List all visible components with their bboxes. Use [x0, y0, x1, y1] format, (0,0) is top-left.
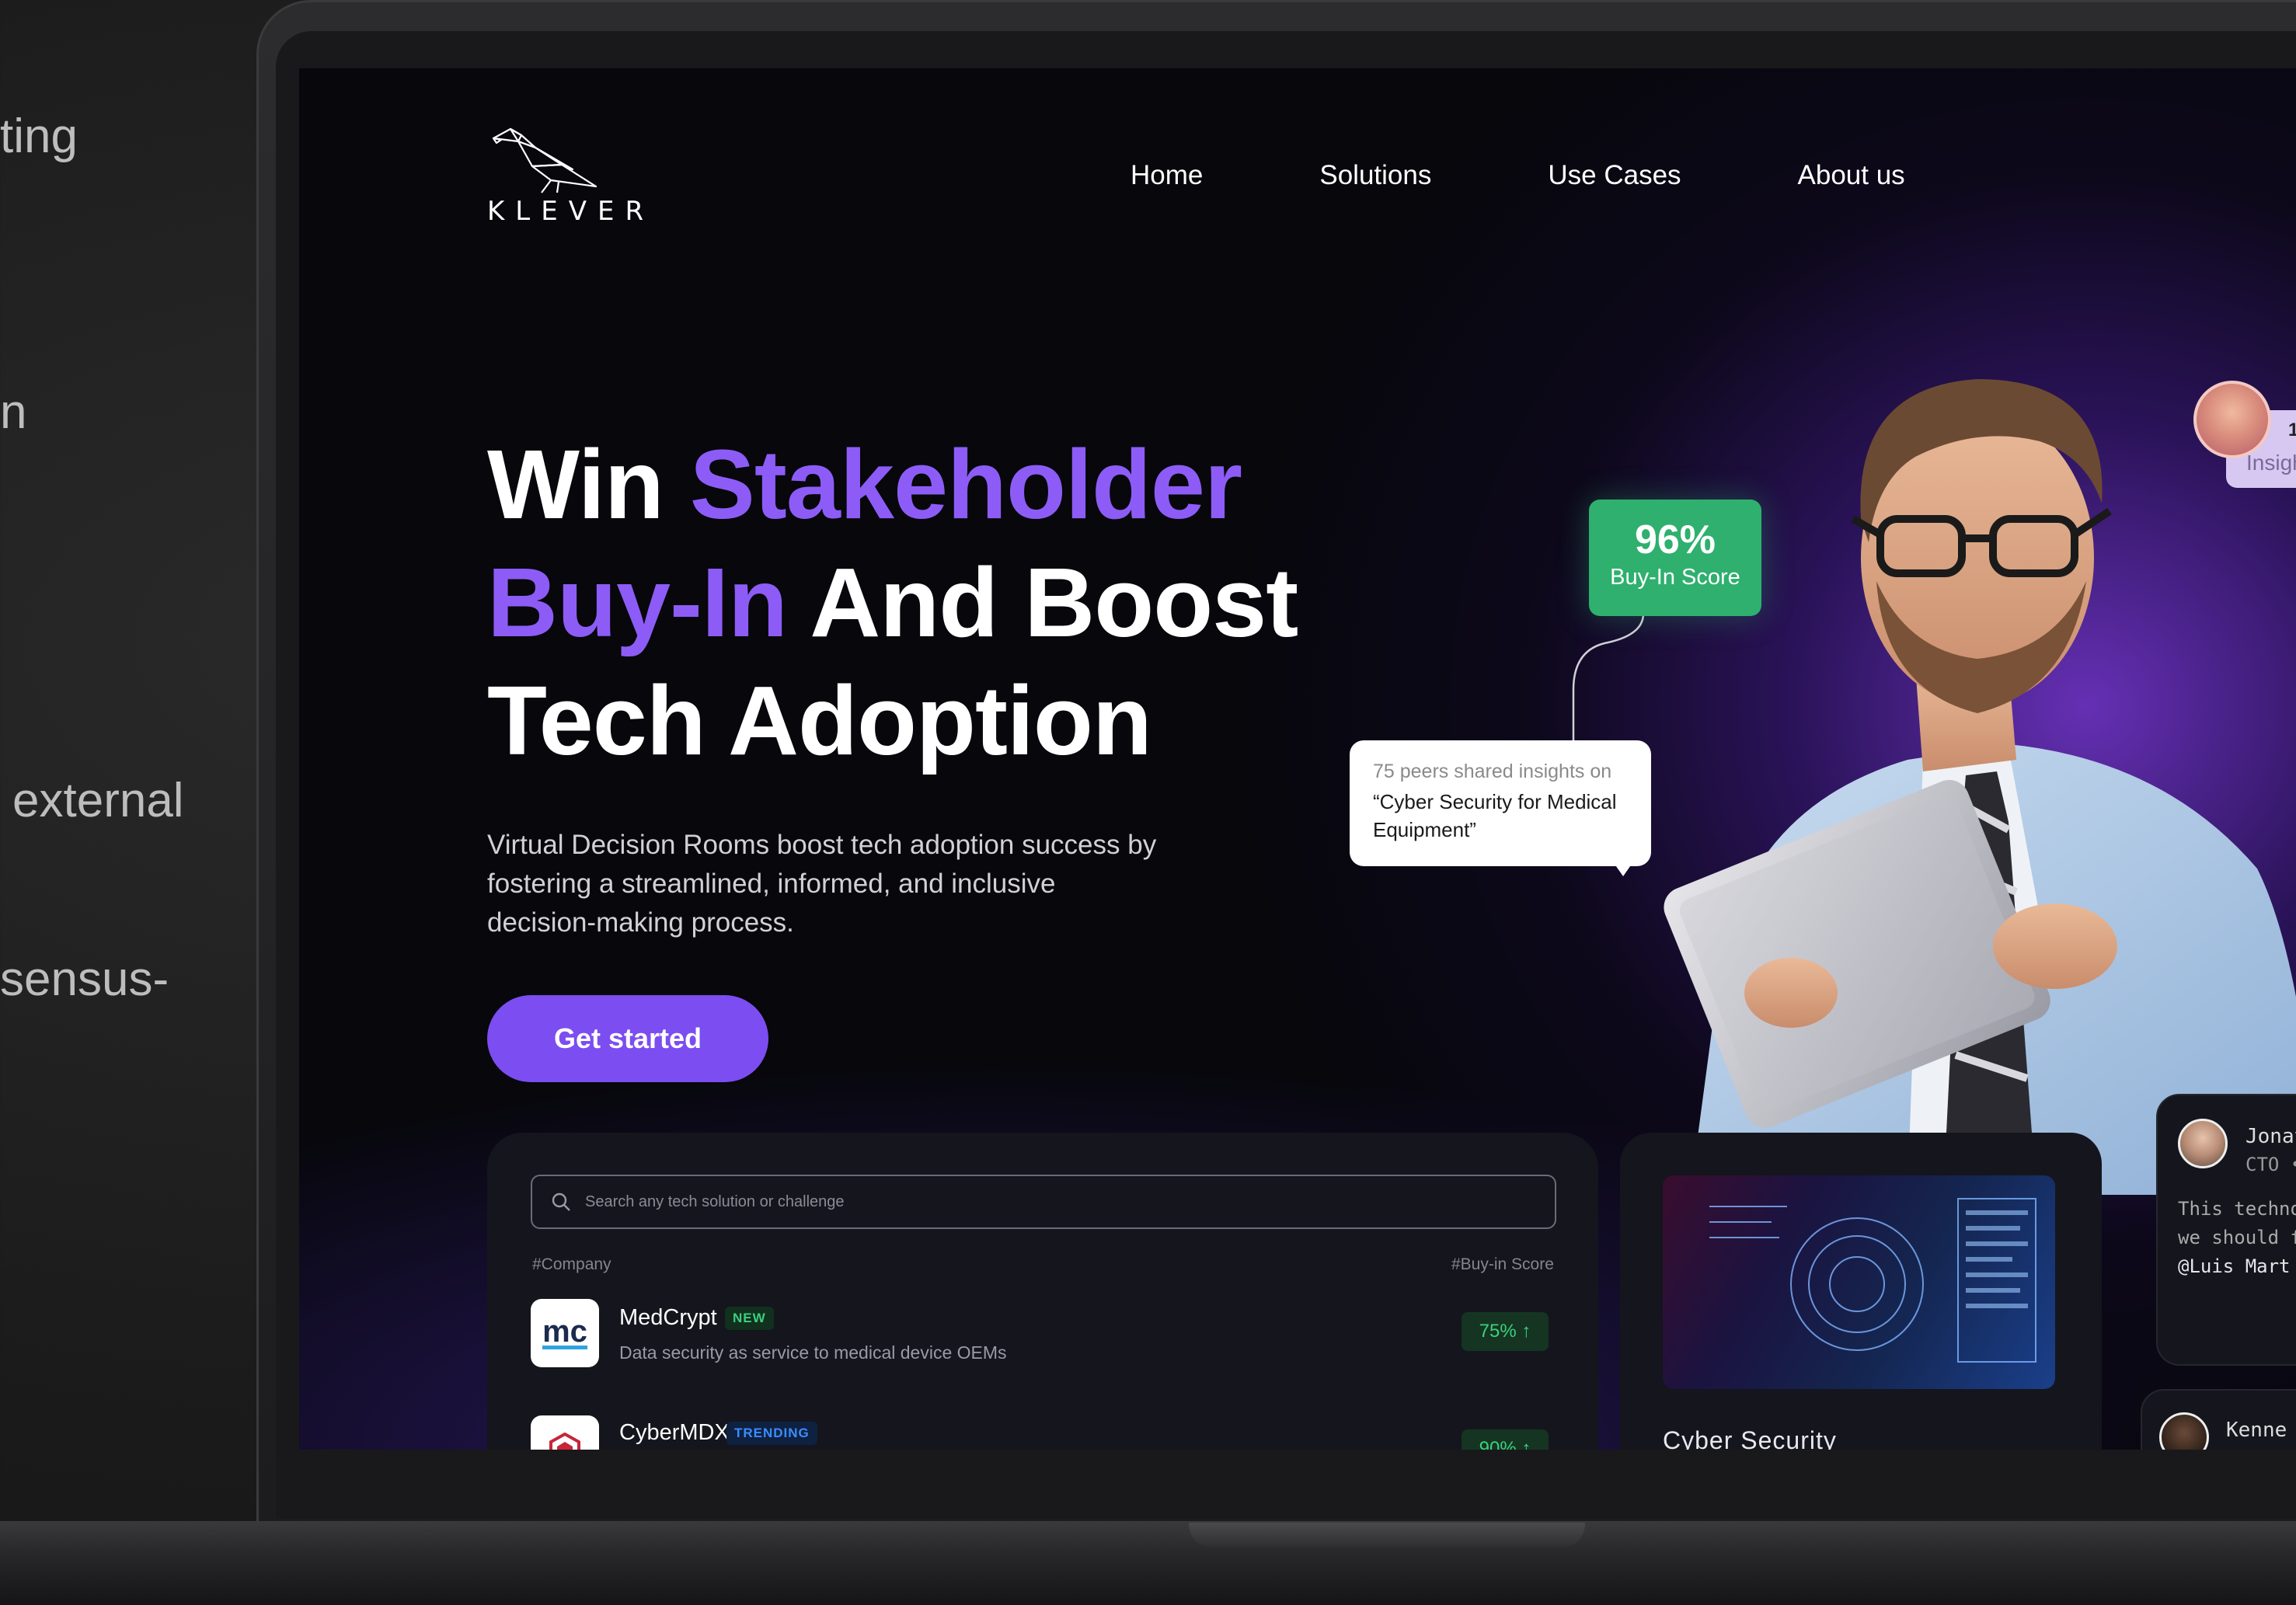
comment-line-1: This techno	[2178, 1198, 2296, 1220]
medcrypt-name[interactable]: MedCrypt	[619, 1305, 717, 1331]
trending-badge: TRENDING	[726, 1422, 817, 1445]
user-name: Kenne	[2226, 1419, 2287, 1442]
laptop-base	[0, 1521, 2296, 1605]
bg-text-3: external	[12, 774, 184, 827]
commenter-name: Jonat	[2245, 1125, 2296, 1148]
hud-illustration	[1709, 1198, 2036, 1363]
hero-title-part3: Tech Adoption	[487, 666, 1152, 775]
peer-avatar	[2193, 381, 2271, 458]
website-screen: KLEVER Home Solutions Use Cases About us…	[299, 68, 2296, 1450]
hero-title-highlight1: Stakeholder	[689, 430, 1242, 539]
peer-insights-bubble: 75 peers shared insights on “Cyber Secur…	[1350, 740, 1651, 866]
buy-in-score-badge: 96% Buy-In Score	[1589, 500, 1761, 616]
connector-line	[1572, 613, 1645, 752]
bg-text-2: n	[0, 385, 27, 439]
cyber-security-title: Cyber Security	[1663, 1426, 1837, 1450]
bird-logo-icon	[492, 127, 598, 193]
get-started-button[interactable]: Get started	[487, 995, 768, 1082]
medcrypt-logo: mc	[531, 1299, 599, 1367]
bg-text-1: ting	[0, 110, 78, 163]
company-column-header: #Company	[532, 1255, 611, 1273]
hero-subtitle: Virtual Decision Rooms boost tech adopti…	[487, 830, 1157, 938]
buy-in-score-label: Buy-In Score	[1610, 565, 1740, 590]
medcrypt-description: Data security as service to medical devi…	[619, 1342, 1007, 1363]
hero-title-part2: And Boost	[786, 548, 1298, 657]
logo[interactable]: KLEVER	[487, 124, 655, 227]
comment-mention[interactable]: @Luis Mart	[2178, 1252, 2296, 1281]
medcrypt-logo-text: mc	[542, 1314, 587, 1349]
comment-text: This techno we should f @Luis Mart	[2178, 1195, 2296, 1281]
nav-about-us[interactable]: About us	[1798, 160, 1905, 191]
hero-title: Win Stakeholder Buy-In And Boost Tech Ad…	[487, 426, 1420, 780]
medcrypt-buy-in-score: 75% ↑	[1462, 1312, 1549, 1351]
solution-search-input[interactable]: Search any tech solution or challenge	[531, 1175, 1556, 1229]
cybermdx-logo-icon	[549, 1433, 580, 1450]
new-badge: NEW	[725, 1307, 774, 1330]
search-icon	[552, 1192, 570, 1211]
logo-text: KLEVER	[487, 196, 655, 227]
comment-line-2: we should f	[2178, 1227, 2296, 1248]
laptop-notch	[1189, 1523, 1585, 1548]
bg-text-4: sensus-	[0, 952, 169, 1006]
commenter-avatar	[2178, 1119, 2228, 1168]
buy-in-score-column-header: #Buy-in Score	[1451, 1255, 1554, 1273]
bubble-tail	[1612, 861, 1634, 876]
nav-use-cases[interactable]: Use Cases	[1548, 160, 1681, 191]
buy-in-score-value: 96%	[1634, 517, 1716, 562]
businessman-with-tablet-image	[1664, 379, 2296, 1195]
nav-home[interactable]: Home	[1131, 160, 1203, 191]
insights-count: 1	[2288, 420, 2296, 440]
main-nav: Home Solutions Use Cases About us	[1131, 160, 1905, 191]
cybermdx-logo	[531, 1415, 599, 1450]
peer-insights-topic: “Cyber Security for Medical Equipment”	[1373, 790, 1617, 841]
cybermdx-name[interactable]: CyberMDX	[619, 1420, 730, 1446]
peer-insights-count: 75 peers shared insights on	[1373, 761, 1612, 782]
search-placeholder: Search any tech solution or challenge	[585, 1192, 845, 1210]
hero-title-highlight2: Buy-In	[487, 548, 788, 657]
insights-chip-label: Insigh	[2246, 451, 2296, 475]
cybermdx-buy-in-score: 90% ↑	[1462, 1429, 1549, 1450]
nav-solutions[interactable]: Solutions	[1319, 160, 1431, 191]
commenter-role: CTO •	[2245, 1154, 2296, 1175]
cyber-security-image	[1663, 1175, 2055, 1389]
hero-title-part1: Win	[487, 430, 690, 539]
